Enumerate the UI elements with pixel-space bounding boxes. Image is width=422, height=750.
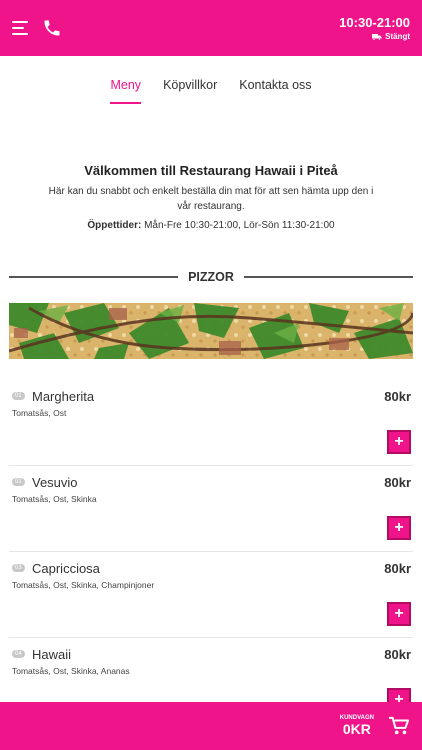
item-price: 80kr <box>384 475 411 490</box>
status-indicator: Stängt <box>339 32 410 41</box>
item-ingredients: Tomatsås, Ost, Skinka <box>12 494 97 504</box>
welcome-title: Välkommen till Restaurang Hawaii i Piteå <box>84 163 338 178</box>
opening-hours: Öppettider: Mån-Fre 10:30-21:00, Lör-Sön… <box>0 220 422 231</box>
menu-item: 01 Margherita Tomatsås, Ost 80kr + <box>9 380 413 466</box>
menu-items-list: 01 Margherita Tomatsås, Ost 80kr + 02 Ve… <box>9 380 413 724</box>
section-header: PIZZOR <box>9 268 413 286</box>
menu-item: 02 Vesuvio Tomatsås, Ost, Skinka 80kr + <box>9 466 413 552</box>
item-ingredients: Tomatsås, Ost, Skinka, Ananas <box>12 666 130 676</box>
nav-tabs: Meny Köpvillkor Kontakta oss <box>0 78 422 104</box>
item-number-badge: 02 <box>12 478 25 486</box>
item-number-badge: 03 <box>12 564 25 572</box>
shopping-cart-icon[interactable] <box>388 716 410 736</box>
cart-total: 0KR <box>342 721 371 737</box>
item-name: Capricciosa <box>32 561 100 576</box>
item-ingredients: Tomatsås, Ost, Skinka, Champinjoner <box>12 580 155 590</box>
cart-bar[interactable]: KUNDVAGN 0KR <box>0 702 422 750</box>
divider-right <box>243 276 413 278</box>
add-to-cart-button[interactable]: + <box>387 602 411 626</box>
opening-hours-label: Öppettider: <box>87 220 142 231</box>
divider-left <box>9 276 179 278</box>
item-name: Hawaii <box>32 647 72 662</box>
section-title: PIZZOR <box>188 270 234 284</box>
item-number-badge: 01 <box>12 392 25 400</box>
item-ingredients: Tomatsås, Ost <box>12 408 67 418</box>
item-price: 80kr <box>384 561 411 576</box>
pizza-banner-image <box>9 303 413 359</box>
add-to-cart-button[interactable]: + <box>387 430 411 454</box>
delivery-truck-icon <box>372 33 382 40</box>
welcome-section: Välkommen till Restaurang Hawaii i Piteå… <box>0 163 422 231</box>
welcome-description: Här kan du snabbt och enkelt beställa di… <box>48 186 374 212</box>
tab-meny[interactable]: Meny <box>110 78 142 104</box>
phone-icon[interactable] <box>42 18 62 38</box>
item-price: 80kr <box>384 647 411 662</box>
opening-hours-box: 10:30-21:00 Stängt <box>339 15 410 41</box>
hamburger-menu-icon[interactable] <box>12 21 30 35</box>
item-number-badge: 04 <box>12 650 25 658</box>
tab-kopvillkor[interactable]: Köpvillkor <box>163 78 217 104</box>
item-name: Vesuvio <box>32 475 78 490</box>
status-text: Stängt <box>385 32 410 41</box>
tab-kontakta-oss[interactable]: Kontakta oss <box>239 78 311 104</box>
cart-summary: KUNDVAGN 0KR <box>340 715 374 737</box>
menu-item: 03 Capricciosa Tomatsås, Ost, Skinka, Ch… <box>9 552 413 638</box>
add-to-cart-button[interactable]: + <box>387 516 411 540</box>
opening-hours-value: Mån-Fre 10:30-21:00, Lör-Sön 11:30-21:00 <box>141 220 335 231</box>
header-hours: 10:30-21:00 <box>339 15 410 30</box>
item-price: 80kr <box>384 389 411 404</box>
item-name: Margherita <box>32 389 95 404</box>
top-bar: 10:30-21:00 Stängt <box>0 0 422 56</box>
